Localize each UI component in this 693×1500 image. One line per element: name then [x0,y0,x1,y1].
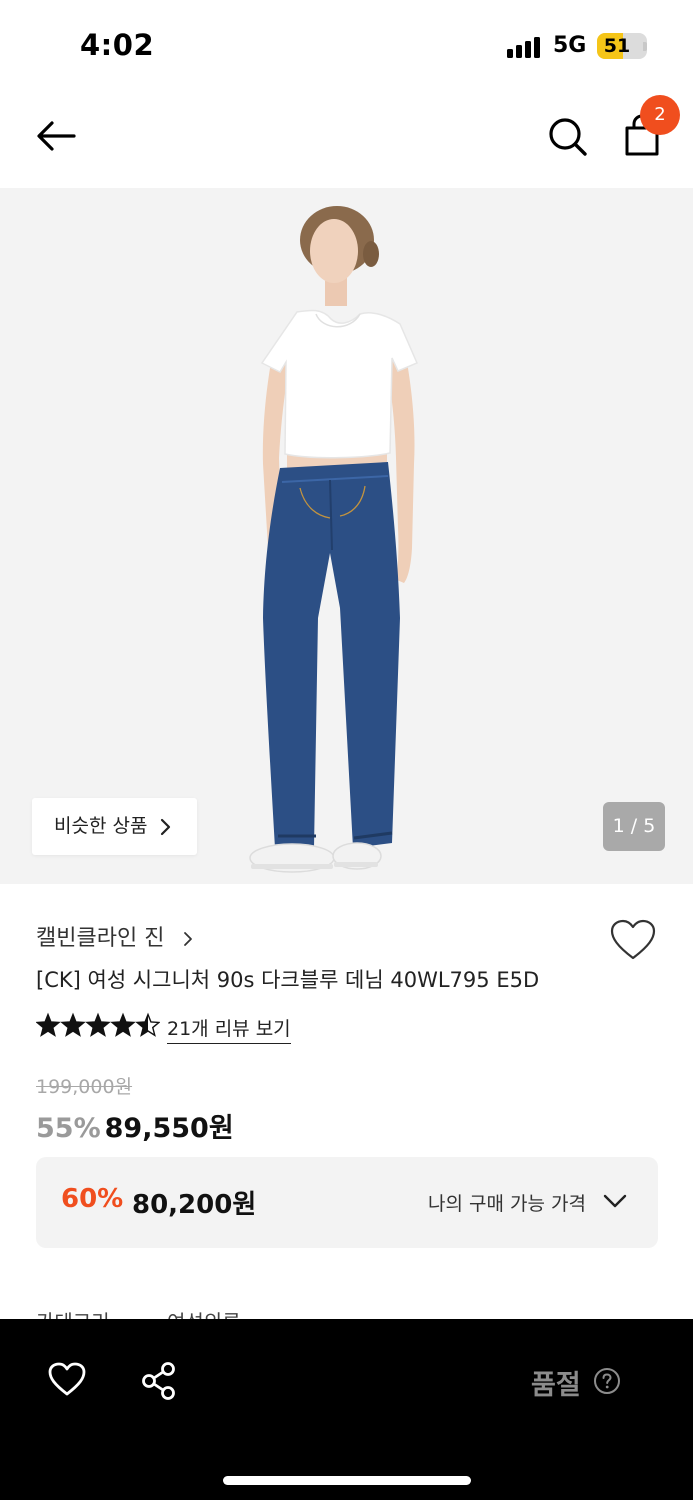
product-title: [CK] 여성 시그니처 90s 다크블루 데님 40WL795 E5D [36,968,540,992]
status-time: 4:02 [80,28,155,62]
question-circle-icon[interactable] [593,1367,621,1395]
similar-products-button[interactable]: 비슷한 상품 [32,798,197,855]
star-icon [37,1014,59,1036]
battery-icon: 51 [597,33,647,59]
member-price: 80,200원 [132,1190,257,1220]
review-link[interactable]: 21개 리뷰 보기 [167,1014,291,1044]
bottom-action-bar: 품절 [0,1319,693,1500]
discount-percent: 55% [36,1113,101,1144]
brand-name: 캘빈클라인 진 [36,926,165,951]
cart-count-badge: 2 [640,95,680,135]
my-price-box[interactable]: 60% 80,200원 나의 구매 가능 가격 [36,1157,658,1248]
similar-products-label: 비슷한 상품 [54,815,148,837]
status-bar: 4:02 5G 51 [0,0,693,92]
brand-link[interactable]: 캘빈클라인 진 [36,920,193,952]
star-icon [62,1014,84,1036]
star-icon [87,1014,109,1036]
battery-nub [643,42,647,51]
sale-price-row: 55% 89,550원 [36,1106,234,1145]
home-indicator [223,1476,471,1485]
product-photo [249,206,418,873]
soldout-label: 품절 [531,1370,581,1401]
category-value: 여성의류 [167,1306,241,1320]
wishlist-heart-icon[interactable] [609,918,657,962]
sale-price: 89,550원 [104,1113,234,1144]
star-icon [112,1014,134,1036]
arrow-left-icon[interactable] [28,112,84,160]
chevron-right-icon [184,932,193,946]
category-label: 카테고리 [36,1306,110,1320]
chevron-down-icon[interactable] [602,1193,628,1209]
battery-level: 51 [603,35,631,57]
product-image-carousel[interactable]: 비슷한 상품 1 / 5 [0,188,693,884]
signal-icon [507,36,543,58]
chevron-right-icon [160,818,171,836]
original-price: 199,000원 [36,1076,133,1098]
heart-icon[interactable] [47,1361,87,1397]
top-nav [0,92,693,188]
rating-stars [36,1012,160,1037]
network-label: 5G [553,33,587,58]
category-row: 카테고리 여성의류 [0,1300,693,1320]
share-icon[interactable] [140,1361,178,1401]
member-discount-percent: 60% [61,1184,124,1214]
search-icon[interactable] [543,112,593,162]
image-counter: 1 / 5 [603,802,665,851]
member-price-label: 나의 구매 가능 가격 [428,1193,586,1215]
